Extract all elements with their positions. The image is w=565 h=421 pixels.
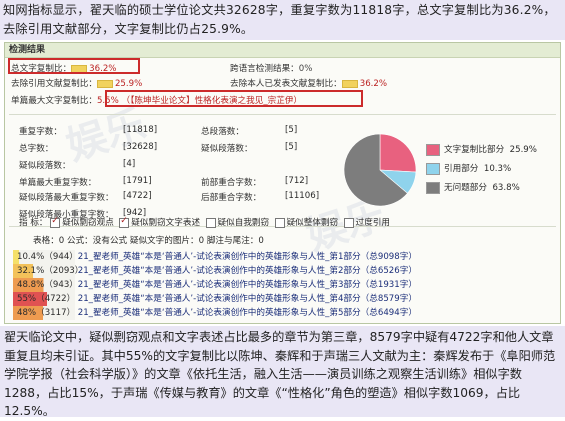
chapter-link[interactable]: 21_翟老师_英雄“本是‘普通人’-试论表演创作中的英雄形象与人性_第3部分（总… xyxy=(78,280,417,290)
panel-title: 检测结果 xyxy=(5,43,560,58)
stat-para-max-repeat-value: [4722] xyxy=(123,191,152,201)
stat-front-overlap: 前部重合字数： xyxy=(201,178,262,188)
stat-repeat-chars-value: [11818] xyxy=(123,125,158,135)
check-result-panel: 检测结果 娱乐 娱乐 总文字复制比：36.2% 跨语言检测结果：0% 去除引用文… xyxy=(4,42,561,324)
checkbox-icon[interactable] xyxy=(50,216,61,228)
chapter-row[interactable]: 32.1%（2093） 21_翟老师_英雄“本是‘普通人’-试论表演创作中的英雄… xyxy=(13,264,417,278)
stat-total-chars: 总字数： xyxy=(19,144,54,154)
stat-front-overlap-value: [712] xyxy=(285,176,309,186)
checkbox-icon[interactable] xyxy=(343,217,354,228)
chapter-link[interactable]: 21_翟老师_英雄“本是‘普通人’-试论表演创作中的英雄形象与人性_第2部分（总… xyxy=(78,266,417,276)
indicator-whole-plagiarism[interactable]: 疑似整体剽窃 xyxy=(274,217,338,228)
chapter-row[interactable]: 55%（4722） 21_翟老师_英雄“本是‘普通人’-试论表演创作中的英雄形象… xyxy=(13,292,417,306)
cross-language-result: 跨语言检测结果：0% xyxy=(230,64,313,74)
chapter-link[interactable]: 21_翟老师_英雄“本是‘普通人’-试论表演创作中的英雄形象与人性_第5部分（总… xyxy=(78,308,417,318)
stat-total-paras: 总段落数： xyxy=(201,127,244,137)
legend-clean: 无问题部分 63.8% xyxy=(426,181,520,194)
highlight-box-single xyxy=(105,90,363,107)
legend-copy: 文字复制比部分 25.9% xyxy=(426,143,537,156)
stat-total-paras-value: [5] xyxy=(285,125,298,135)
indicator-plagiarism-view[interactable]: 疑似剽窃观点 xyxy=(50,216,114,228)
checkbox-icon[interactable] xyxy=(205,217,216,228)
intro-paragraph: 知网指标显示，翟天临的硕士学位论文共32628字，重复字数为11818字，总文字… xyxy=(0,0,565,40)
chapter-row[interactable]: 48%（3117） 21_翟老师_英雄“本是‘普通人’-试论表演创作中的英雄形象… xyxy=(13,306,417,320)
indicator-over-citation[interactable]: 过度引用 xyxy=(343,217,390,228)
legend-swatch-copy xyxy=(426,143,440,156)
stat-repeat-chars: 重复字数： xyxy=(19,127,62,137)
excl-ref-ratio: 去除引用文献复制比： 25.9% xyxy=(11,79,143,89)
stat-suspect-paras: 疑似段落数： xyxy=(19,161,71,171)
stat-total-chars-value: [32628] xyxy=(123,142,158,152)
chapter-pct: 55%（4722） xyxy=(13,292,75,306)
chapter-pct: 48.8%（943） xyxy=(13,278,78,292)
ratio-bar-icon xyxy=(341,79,358,88)
indicator-self-plagiarism[interactable]: 疑似自我剽窃 xyxy=(205,217,269,228)
legend-swatch-clean xyxy=(426,181,440,194)
stat-para-max-repeat: 疑似段落最大重复字数： xyxy=(19,193,114,203)
stat-suspect-paras-2-value: [5] xyxy=(285,142,298,152)
excl-self-ratio: 去除本人已发表文献复制比： 36.2% xyxy=(230,79,388,89)
checkbox-icon[interactable] xyxy=(274,217,285,228)
legend-cite: 引用部分 10.3% xyxy=(426,162,511,175)
stat-back-overlap: 后部重合字数： xyxy=(201,193,262,203)
chapter-pct: 10.4%（944） xyxy=(13,250,78,264)
composition-pie-chart xyxy=(343,133,417,207)
indicator-row: 指 标： 疑似剽窃观点 疑似剽窃文字表述 疑似自我剽窃 疑似整体剽窃 过度引用 xyxy=(19,216,390,229)
stat-back-overlap-value: [11106] xyxy=(285,191,320,201)
highlight-box-total xyxy=(8,58,140,74)
chapter-row[interactable]: 10.4%（944） 21_翟老师_英雄“本是‘普通人’-试论表演创作中的英雄形… xyxy=(13,250,417,264)
pie-slice xyxy=(379,133,417,173)
chapter-pct: 48%（3117） xyxy=(13,306,75,320)
indicator-plagiarism-text[interactable]: 疑似剽窃文字表述 xyxy=(119,216,200,228)
divider xyxy=(9,114,556,115)
analysis-paragraph: 翟天临论文中，疑似剽窃观点和文字表述占比最多的章节为第三章，8579字中疑有47… xyxy=(0,326,565,418)
chapter-pct: 32.1%（2093） xyxy=(13,264,83,278)
ratio-bar-icon xyxy=(96,79,113,88)
stat-suspect-paras-2: 疑似段落数： xyxy=(201,144,253,154)
checkbox-icon[interactable] xyxy=(119,216,130,228)
chapter-link[interactable]: 21_翟老师_英雄“本是‘普通人’-试论表演创作中的英雄形象与人性_第4部分（总… xyxy=(78,294,417,304)
stat-single-max-repeat-value: [1791] xyxy=(123,176,152,186)
stat-suspect-paras-value: [4] xyxy=(123,159,136,169)
legend-swatch-cite xyxy=(426,162,440,175)
counts-line: 表格：0 公式：没有公式 疑似文字的图片：0 脚注与尾注：0 xyxy=(33,236,264,246)
chapter-row[interactable]: 48.8%（943） 21_翟老师_英雄“本是‘普通人’-试论表演创作中的英雄形… xyxy=(13,278,417,292)
stat-single-max-repeat: 单篇最大重复字数： xyxy=(19,178,97,188)
chapter-link[interactable]: 21_翟老师_英雄“本是‘普通人’-试论表演创作中的英雄形象与人性_第1部分（总… xyxy=(78,252,417,262)
